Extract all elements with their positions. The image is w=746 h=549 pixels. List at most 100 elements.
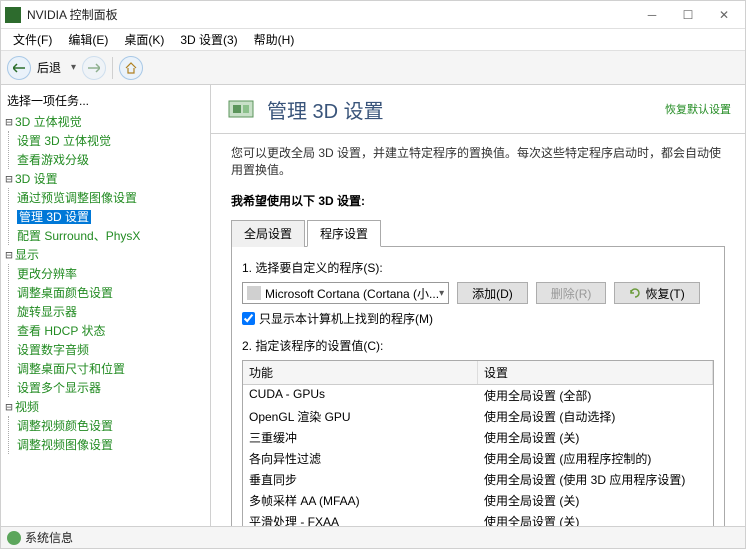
tree-toggle-icon[interactable]: ⊟	[3, 248, 15, 262]
tree-toggle-icon[interactable]: ⊟	[3, 115, 15, 129]
task-sidebar: 选择一项任务... ⊟3D 立体视觉设置 3D 立体视觉查看游戏分级⊟3D 设置…	[1, 85, 211, 526]
tree-item[interactable]: 管理 3D 设置	[17, 207, 208, 226]
cell-feature: OpenGL 渲染 GPU	[243, 406, 478, 427]
menu-3d-settings[interactable]: 3D 设置(3)	[172, 29, 245, 50]
sysinfo-icon	[7, 531, 21, 545]
main-panel: 管理 3D 设置 恢复默认设置 您可以更改全局 3D 设置，并建立特定程序的置换…	[211, 85, 745, 526]
tree-item[interactable]: 设置数字音频	[17, 340, 208, 359]
back-button[interactable]	[7, 56, 31, 80]
tree-item-label[interactable]: 调整视频图像设置	[17, 438, 113, 452]
table-row[interactable]: 多帧采样 AA (MFAA)使用全局设置 (关)	[243, 490, 713, 511]
tree-item[interactable]: 调整桌面尺寸和位置	[17, 359, 208, 378]
menu-file[interactable]: 文件(F)	[5, 29, 60, 50]
maximize-button[interactable]: ☐	[671, 4, 705, 26]
restore-defaults-link[interactable]: 恢复默认设置	[665, 101, 731, 117]
statusbar: 系统信息	[1, 526, 745, 548]
home-button[interactable]	[119, 56, 143, 80]
toolbar-dropdown-icon[interactable]: ▾	[71, 62, 76, 73]
tree-category-label[interactable]: 3D 设置	[15, 172, 58, 186]
table-row[interactable]: 垂直同步使用全局设置 (使用 3D 应用程序设置)	[243, 469, 713, 490]
cell-feature: 平滑处理 - FXAA	[243, 511, 478, 526]
table-row[interactable]: CUDA - GPUs使用全局设置 (全部)	[243, 385, 713, 406]
cell-feature: 多帧采样 AA (MFAA)	[243, 490, 478, 511]
col-feature: 功能	[243, 361, 478, 384]
tree-item[interactable]: 设置 3D 立体视觉	[17, 131, 208, 150]
cell-feature: 垂直同步	[243, 469, 478, 490]
tree-toggle-icon[interactable]: ⊟	[3, 400, 15, 414]
add-button[interactable]: 添加(D)	[457, 282, 528, 304]
toolbar-separator	[112, 57, 113, 79]
cell-setting[interactable]: 使用全局设置 (关)	[478, 490, 713, 511]
tree-item[interactable]: 查看 HDCP 状态	[17, 321, 208, 340]
tree-item-label[interactable]: 调整桌面颜色设置	[17, 286, 113, 300]
back-arrow-icon	[13, 62, 25, 74]
step2-label: 2. 指定该程序的设置值(C):	[242, 337, 714, 354]
tree-category-label[interactable]: 视频	[15, 400, 39, 414]
back-label: 后退	[37, 59, 61, 76]
tree-item-label[interactable]: 通过预览调整图像设置	[17, 191, 137, 205]
tree-item-label[interactable]: 管理 3D 设置	[17, 210, 91, 224]
tree-category-label[interactable]: 3D 立体视觉	[15, 115, 82, 129]
minimize-button[interactable]: ─	[635, 4, 669, 26]
tree-item[interactable]: 调整桌面颜色设置	[17, 283, 208, 302]
tree-category-label[interactable]: 显示	[15, 248, 39, 262]
table-row[interactable]: OpenGL 渲染 GPU使用全局设置 (自动选择)	[243, 406, 713, 427]
chevron-down-icon: ▾	[439, 288, 444, 299]
cell-setting[interactable]: 使用全局设置 (关)	[478, 427, 713, 448]
tree-item-label[interactable]: 配置 Surround、PhysX	[17, 229, 140, 243]
tree-item[interactable]: 调整视频颜色设置	[17, 416, 208, 435]
tab-global-settings[interactable]: 全局设置	[231, 220, 305, 247]
cell-setting[interactable]: 使用全局设置 (使用 3D 应用程序设置)	[478, 469, 713, 490]
tree-item-label[interactable]: 旋转显示器	[17, 305, 77, 319]
tree-item-label[interactable]: 设置多个显示器	[17, 381, 101, 395]
tab-program-settings[interactable]: 程序设置	[307, 220, 381, 247]
tree-item[interactable]: 查看游戏分级	[17, 150, 208, 169]
cell-setting[interactable]: 使用全局设置 (关)	[478, 511, 713, 526]
tree-category[interactable]: ⊟显示	[3, 245, 208, 264]
menu-edit[interactable]: 编辑(E)	[60, 29, 116, 50]
tree-toggle-icon[interactable]: ⊟	[3, 172, 15, 186]
menu-desktop[interactable]: 桌面(K)	[116, 29, 172, 50]
tree-item[interactable]: 调整视频图像设置	[17, 435, 208, 454]
task-tree: ⊟3D 立体视觉设置 3D 立体视觉查看游戏分级⊟3D 设置通过预览调整图像设置…	[3, 112, 208, 454]
restore-button[interactable]: 恢复(T)	[614, 282, 699, 304]
tree-category[interactable]: ⊟3D 设置	[3, 169, 208, 188]
tree-item-label[interactable]: 更改分辨率	[17, 267, 77, 281]
tree-item-label[interactable]: 调整桌面尺寸和位置	[17, 362, 125, 376]
tree-item-label[interactable]: 设置 3D 立体视觉	[17, 134, 111, 148]
forward-arrow-icon	[88, 62, 100, 74]
col-setting: 设置	[478, 361, 713, 384]
cell-feature: 各向异性过滤	[243, 448, 478, 469]
tree-item[interactable]: 旋转显示器	[17, 302, 208, 321]
menu-help[interactable]: 帮助(H)	[246, 29, 303, 50]
table-row[interactable]: 平滑处理 - FXAA使用全局设置 (关)	[243, 511, 713, 526]
tree-item[interactable]: 更改分辨率	[17, 264, 208, 283]
table-row[interactable]: 三重缓冲使用全局设置 (关)	[243, 427, 713, 448]
program-select[interactable]: Microsoft Cortana (Cortana (小... ▾	[242, 282, 449, 304]
cell-setting[interactable]: 使用全局设置 (自动选择)	[478, 406, 713, 427]
page-description: 您可以更改全局 3D 设置，并建立特定程序的置换值。每次这些特定程序启动时，都会…	[211, 134, 745, 184]
tree-item-label[interactable]: 查看 HDCP 状态	[17, 324, 105, 338]
tree-category[interactable]: ⊟3D 立体视觉	[3, 112, 208, 131]
cell-setting[interactable]: 使用全局设置 (应用程序控制的)	[478, 448, 713, 469]
tree-item-label[interactable]: 调整视频颜色设置	[17, 419, 113, 433]
only-found-programs-label: 只显示本计算机上找到的程序(M)	[259, 310, 433, 327]
cell-feature: CUDA - GPUs	[243, 385, 478, 406]
cell-feature: 三重缓冲	[243, 427, 478, 448]
tab-strip: 全局设置 程序设置	[231, 219, 725, 247]
tree-item[interactable]: 通过预览调整图像设置	[17, 188, 208, 207]
step1-label: 1. 选择要自定义的程序(S):	[242, 259, 714, 276]
close-button[interactable]: ✕	[707, 4, 741, 26]
sysinfo-link[interactable]: 系统信息	[25, 529, 73, 546]
cell-setting[interactable]: 使用全局设置 (全部)	[478, 385, 713, 406]
window-title: NVIDIA 控制面板	[27, 6, 633, 23]
tree-item[interactable]: 设置多个显示器	[17, 378, 208, 397]
tree-item-label[interactable]: 设置数字音频	[17, 343, 89, 357]
tree-item-label[interactable]: 查看游戏分级	[17, 153, 89, 167]
home-icon	[125, 62, 137, 74]
table-row[interactable]: 各向异性过滤使用全局设置 (应用程序控制的)	[243, 448, 713, 469]
tree-category[interactable]: ⊟视频	[3, 397, 208, 416]
tree-item[interactable]: 配置 Surround、PhysX	[17, 226, 208, 245]
only-found-programs-checkbox[interactable]	[242, 312, 255, 325]
settings-table[interactable]: 功能 设置 CUDA - GPUs使用全局设置 (全部)OpenGL 渲染 GP…	[242, 360, 714, 526]
